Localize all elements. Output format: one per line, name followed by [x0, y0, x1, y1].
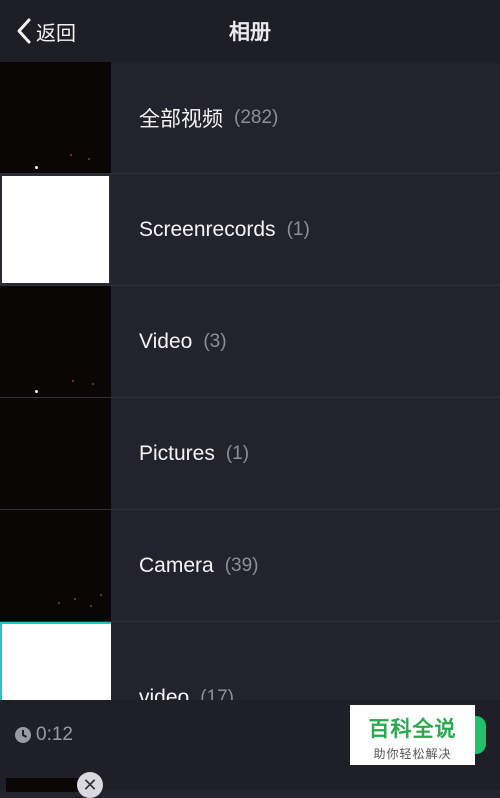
album-count: (1): [286, 218, 310, 240]
album-thumbnail: [0, 62, 111, 173]
album-name: Video: [139, 329, 193, 353]
selection-bar: 0:12 百科全说 助你轻松解决 ✕: [0, 700, 500, 798]
album-name: Camera: [139, 553, 214, 577]
watermark-subtitle: 助你轻松解决: [373, 747, 452, 761]
album-row-pictures[interactable]: Pictures (1): [0, 398, 500, 510]
top-bar: 返回 相册: [0, 0, 500, 62]
album-name: Pictures: [139, 441, 215, 465]
album-row-video[interactable]: Video (3): [0, 286, 500, 398]
page-title: 相册: [229, 21, 271, 44]
album-row-camera[interactable]: Camera (39): [0, 510, 500, 622]
album-count: (39): [224, 554, 259, 576]
album-list: 全部视频 (282) Screenrecords (1) Video (3) P…: [0, 62, 500, 734]
album-thumbnail: [0, 510, 111, 621]
album-count: (282): [234, 106, 279, 128]
remove-clip-button[interactable]: ✕: [77, 772, 103, 798]
album-thumbnail: [0, 174, 111, 285]
watermark-logo: 百科全说 助你轻松解决: [350, 705, 475, 765]
album-thumbnail: [0, 286, 111, 397]
clock-icon: [15, 727, 31, 743]
close-icon: ✕: [82, 774, 98, 795]
selected-duration: 0:12: [14, 724, 73, 746]
watermark-title: 百科全说: [368, 718, 457, 741]
album-count: (3): [203, 330, 227, 352]
album-name: Screenrecords: [139, 217, 276, 241]
album-count: (1): [225, 442, 250, 464]
duration-text: 0:12: [36, 724, 73, 745]
album-row-all-videos[interactable]: 全部视频 (282): [0, 62, 500, 174]
album-name: 全部视频: [139, 107, 223, 131]
album-row-screenrecords[interactable]: Screenrecords (1): [0, 174, 500, 286]
album-thumbnail: [0, 398, 111, 509]
